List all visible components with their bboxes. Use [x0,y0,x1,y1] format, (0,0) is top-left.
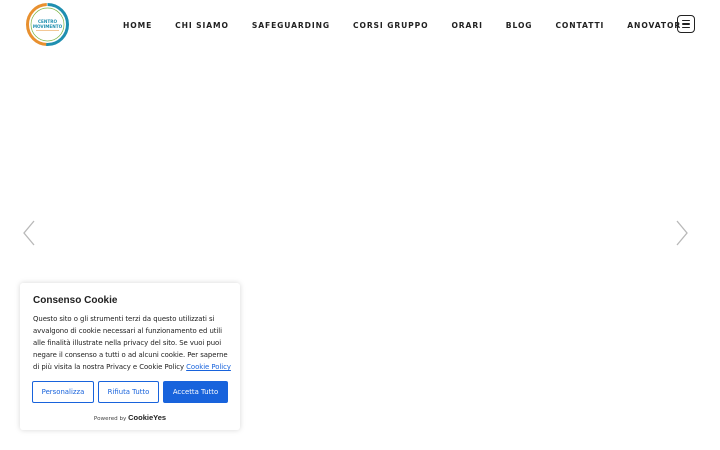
slider-prev-button[interactable] [22,220,36,246]
powered-by: Powered by CookieYes [20,413,240,422]
nav-safeguarding[interactable]: SAFEGUARDING [252,21,330,30]
hamburger-menu-icon[interactable] [677,15,695,33]
nav-corsi-gruppo[interactable]: CORSI GRUPPO [353,21,428,30]
chevron-right-icon [676,220,688,246]
logo-icon: CENTRO MOVIMENTO [26,3,69,46]
menu-bar [682,19,690,22]
site-logo[interactable]: CENTRO MOVIMENTO [25,2,70,47]
site-header: CENTRO MOVIMENTO HOME CHI SIAMO SAFEGUAR… [0,0,720,50]
nav-chi-siamo[interactable]: CHI SIAMO [175,21,229,30]
nav-blog[interactable]: BLOG [506,21,533,30]
nav-orari[interactable]: ORARI [451,21,482,30]
chevron-left-icon [23,220,35,246]
cookie-consent-banner: Consenso Cookie Questo sito o gli strume… [20,283,240,430]
cookieyes-brand[interactable]: CookieYes [128,413,166,422]
cookie-title: Consenso Cookie [33,295,118,306]
menu-bar [682,23,690,25]
reject-all-button[interactable]: Rifiuta Tutto [98,381,159,403]
cookie-policy-link[interactable]: Cookie Policy [186,363,231,371]
logo-text-line2: MOVIMENTO [33,24,63,29]
cookie-description: Questo sito o gli strumenti terzi da que… [33,313,233,373]
nav-anovator[interactable]: ANOVATOR [627,21,681,30]
nav-home[interactable]: HOME [123,21,152,30]
menu-bar [682,26,690,29]
nav-contatti[interactable]: CONTATTI [555,21,604,30]
accept-all-button[interactable]: Accetta Tutto [163,381,228,403]
main-nav: HOME CHI SIAMO SAFEGUARDING CORSI GRUPPO… [110,18,681,32]
slider-next-button[interactable] [675,220,689,246]
customize-button[interactable]: Personalizza [32,381,94,403]
powered-by-label: Powered by [93,416,127,422]
